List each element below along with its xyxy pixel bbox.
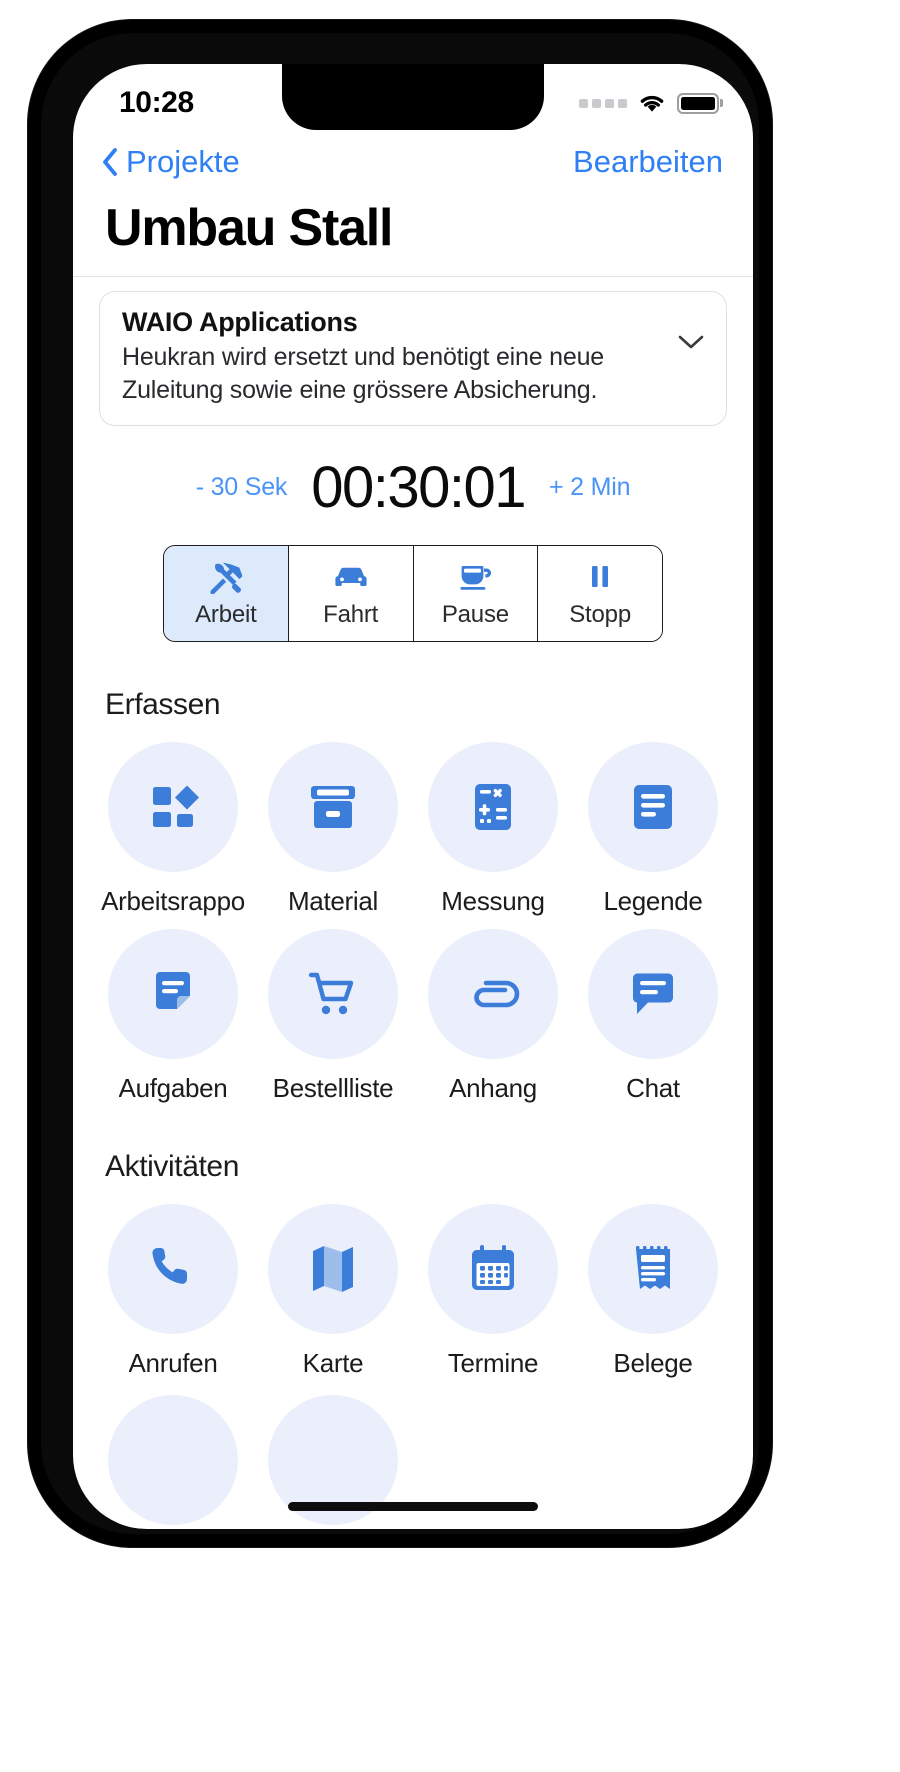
tile-karte-circle (268, 1204, 398, 1334)
shapes-report-icon (153, 785, 199, 827)
segment-stopp[interactable]: Stopp (538, 546, 662, 641)
pause-icon (592, 566, 609, 587)
tile-karte-label: Karte (302, 1348, 364, 1378)
segment-fahrt-label: Fahrt (323, 601, 379, 628)
mode-segmented-control[interactable]: Arbeit Fahrt Pause Stopp (163, 545, 663, 642)
timer-value: 00:30:01 (311, 455, 526, 520)
tile-anhang-label: Anhang (449, 1073, 537, 1103)
description-text: WAIO Applications Heukran wird ersetzt u… (122, 307, 662, 407)
tile-chat-label: Chat (626, 1073, 680, 1103)
tile-arbeitsrapport-circle (108, 742, 238, 872)
timer-increment-button[interactable]: + 2 Min (549, 473, 630, 502)
note-edit-icon (156, 972, 190, 1009)
segmented-control-wrap: Arbeit Fahrt Pause Stopp (73, 545, 753, 642)
description-title: WAIO Applications (122, 307, 358, 337)
tile-material[interactable]: Material (253, 742, 413, 917)
tile-anrufen-label: Anrufen (128, 1348, 218, 1378)
segment-pause-label: Pause (441, 601, 509, 628)
grid-erfassen: Arbeitsrappo Material Messung Legende Au… (73, 726, 753, 1104)
tile-legende-label: Legende (603, 886, 703, 916)
status-bar-indicators (579, 92, 719, 114)
back-button-label: Projekte (126, 144, 240, 179)
tile-anhang[interactable]: Anhang (413, 929, 573, 1104)
tile-messung[interactable]: Messung (413, 742, 573, 917)
tile-termine-circle (428, 1204, 558, 1334)
back-button[interactable]: Projekte (101, 144, 240, 180)
segment-arbeit-label: Arbeit (195, 601, 257, 628)
tile-anrufen[interactable]: Anrufen (93, 1204, 253, 1379)
phone-icon (152, 1247, 187, 1284)
section-title-erfassen: Erfassen (105, 688, 221, 721)
chevron-left-icon (103, 148, 117, 176)
archive-box-icon (311, 786, 355, 828)
tile-karte[interactable]: Karte (253, 1204, 413, 1379)
timer-decrement-button[interactable]: - 30 Sek (196, 473, 288, 502)
document-lines-icon (634, 785, 672, 829)
screenshot-root: 10:28 Projekte Bearbeiten Umbau Stall WA… (0, 0, 900, 1772)
tile-chat-circle (588, 929, 718, 1059)
tile-aufgaben[interactable]: Aufgaben (93, 929, 253, 1104)
section-title-aktivitaeten: Aktivitäten (105, 1150, 239, 1183)
segment-fahrt[interactable]: Fahrt (288, 546, 414, 641)
map-icon (313, 1246, 353, 1292)
tile-aufgaben-circle (108, 929, 238, 1059)
navigation-bar: Projekte Bearbeiten (73, 128, 753, 188)
car-icon (335, 567, 367, 586)
chat-bubble-icon (632, 973, 673, 1014)
wifi-icon (640, 95, 664, 112)
home-indicator[interactable] (288, 1502, 538, 1511)
tile-messung-label: Messung (441, 886, 545, 916)
calendar-icon (472, 1245, 514, 1290)
tile-bestellliste-label: Bestellliste (272, 1073, 394, 1103)
edit-button[interactable]: Bearbeiten (573, 144, 723, 180)
tile-legende[interactable]: Legende (573, 742, 733, 917)
tile-termine-label: Termine (447, 1348, 539, 1378)
tile-arbeitsrapport-label: Arbeitsrappo (101, 886, 245, 916)
tile-termine[interactable]: Termine (413, 1204, 573, 1379)
shopping-cart-icon (308, 972, 354, 1015)
tile-material-circle (268, 742, 398, 872)
hammer-wrench-icon (210, 562, 243, 594)
tile-belege-label: Belege (613, 1348, 693, 1378)
app-scroll-area[interactable]: 10:28 Projekte Bearbeiten Umbau Stall WA… (73, 64, 753, 1529)
description-body: Heukran wird ersetzt und benötigt eine n… (122, 343, 604, 404)
description-card-wrap: WAIO Applications Heukran wird ersetzt u… (73, 277, 753, 426)
battery-full-icon (677, 92, 719, 114)
description-card[interactable]: WAIO Applications Heukran wird ersetzt u… (99, 291, 727, 426)
tile-aufgaben-label: Aufgaben (118, 1073, 228, 1103)
receipt-icon (636, 1246, 670, 1289)
phone-bezel: 10:28 Projekte Bearbeiten Umbau Stall WA… (41, 33, 759, 1534)
tile-arbeitsrapport[interactable]: Arbeitsrappo (93, 742, 253, 917)
notch (282, 64, 544, 130)
tile-bestellliste-circle (268, 929, 398, 1059)
tile-belege[interactable]: Belege (573, 1204, 733, 1379)
cellular-dots-icon (579, 98, 627, 108)
tile-messung-circle (428, 742, 558, 872)
tile-chat[interactable]: Chat (573, 929, 733, 1104)
chevron-down-icon[interactable] (676, 333, 706, 351)
segment-pause[interactable]: Pause (413, 546, 539, 641)
tile-partial-1-circle (108, 1395, 238, 1525)
tile-bestellliste[interactable]: Bestellliste (253, 929, 413, 1104)
tile-belege-circle (588, 1204, 718, 1334)
segment-arbeit[interactable]: Arbeit (164, 546, 289, 641)
tile-anhang-circle (428, 929, 558, 1059)
paperclip-icon (474, 980, 520, 1008)
tile-partial-1[interactable] (93, 1395, 253, 1525)
phone-screen: 10:28 Projekte Bearbeiten Umbau Stall WA… (73, 64, 753, 1529)
tile-legende-circle (588, 742, 718, 872)
tile-anrufen-circle (108, 1204, 238, 1334)
timer-row: - 30 Sek 00:30:01 + 2 Min (73, 426, 753, 545)
phone-frame: 10:28 Projekte Bearbeiten Umbau Stall WA… (28, 20, 772, 1547)
coffee-cup-icon (460, 566, 492, 590)
tile-material-label: Material (287, 886, 379, 916)
grid-aktivitaeten: Anrufen Karte Termine Belege (73, 1188, 753, 1379)
segment-stopp-label: Stopp (569, 601, 631, 628)
status-bar-time: 10:28 (119, 86, 194, 119)
tile-partial-4 (573, 1395, 733, 1525)
page-title: Umbau Stall (105, 199, 394, 257)
calculator-icon (475, 784, 511, 830)
